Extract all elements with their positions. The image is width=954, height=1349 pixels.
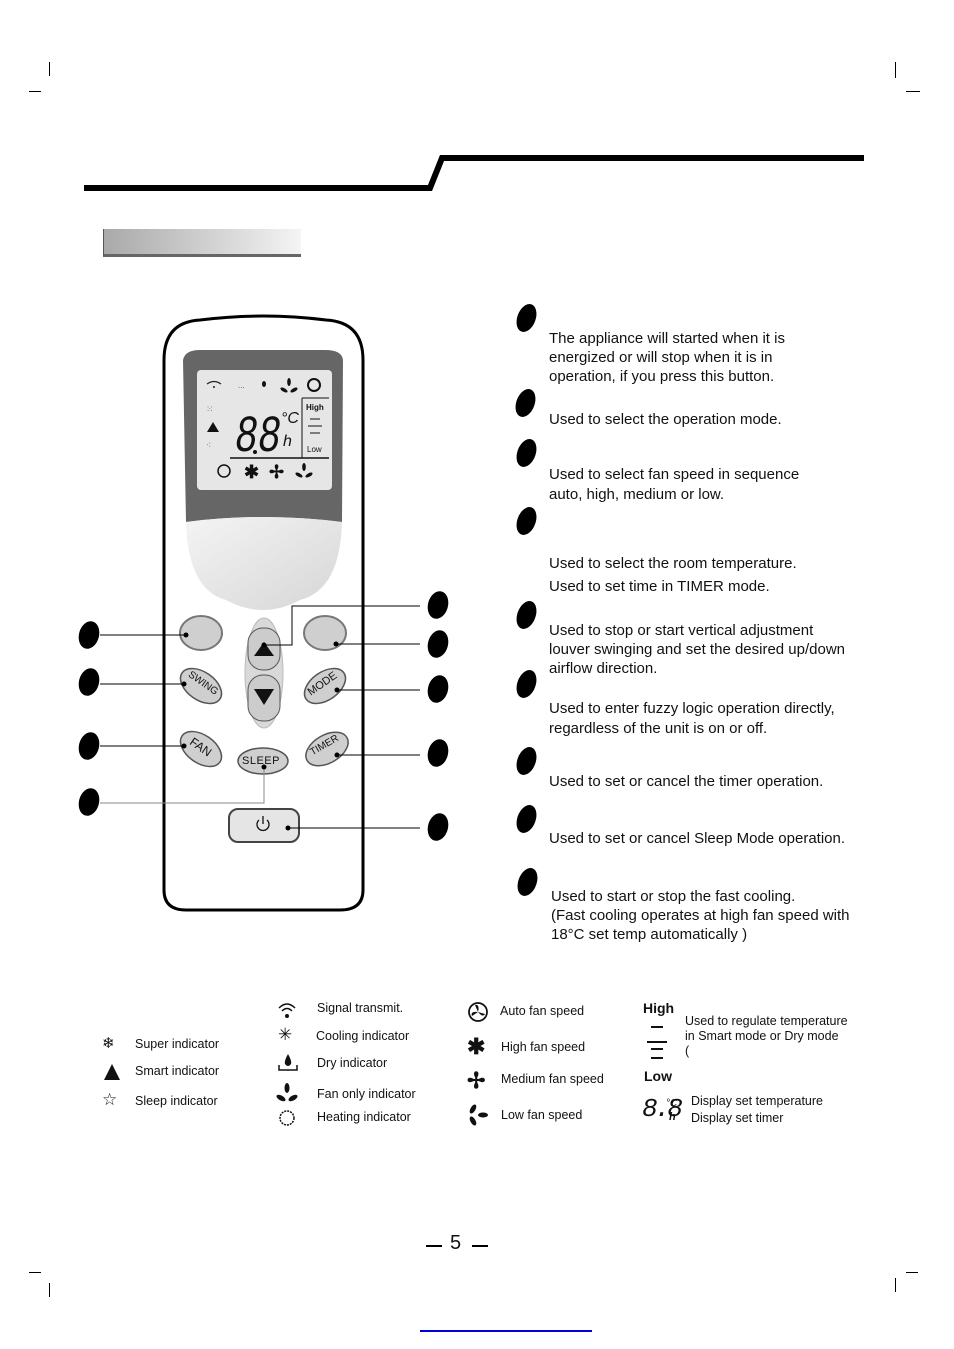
desc-bullet: [513, 389, 538, 417]
legend-signal: Signal transmit.: [317, 1001, 404, 1015]
high-fan-icon: ✱: [467, 1034, 486, 1059]
callout-marker: [78, 668, 100, 696]
desc-bullet: [514, 439, 539, 467]
dry-drop-icon: [278, 1054, 298, 1071]
desc-smart: Used to enter fuzzy logic operation dire…: [549, 700, 835, 737]
callout-marker: [427, 739, 449, 767]
desc-bullet: [514, 670, 539, 698]
legend-dry: Dry indicator: [317, 1056, 388, 1070]
callout-marker: [427, 630, 449, 658]
legend-super: Super indicator: [135, 1037, 220, 1051]
crop-mark: [49, 62, 50, 76]
crop-mark: [29, 1272, 41, 1273]
crop-mark: [29, 91, 41, 92]
star-sleep-icon: ☆: [102, 1090, 118, 1109]
callout-marker: [78, 732, 100, 760]
page-number-dash: [472, 1245, 488, 1247]
svg-text:Low: Low: [307, 445, 322, 454]
callout-marker: [427, 675, 449, 703]
legend-level-high: High: [643, 1000, 675, 1016]
desc-mode: Used to select the operation mode.: [549, 411, 782, 428]
svg-text:⁙: ⁙: [206, 404, 214, 414]
callout-marker: [427, 591, 449, 619]
svg-text:...: ...: [238, 381, 245, 390]
signal-icon: [278, 1003, 296, 1018]
desc-temp: Used to select the room temperature. Use…: [549, 555, 797, 595]
heating-icon: [279, 1110, 295, 1126]
svg-text:✱: ✱: [244, 462, 259, 482]
level-bars-icon: [647, 1026, 667, 1059]
legend-unit-h: h: [669, 1111, 676, 1123]
desc-bullet: [514, 304, 539, 332]
desc-swing: Used to stop or start vertical adjustmen…: [549, 622, 846, 677]
legend-unit-c: °C: [666, 1098, 678, 1109]
callout-marker: [78, 788, 100, 816]
section-title-bar: [103, 229, 301, 257]
remote-control-diagram: ... ⁙ ⁖ 88 °C h High Low ✱ ✢: [78, 314, 449, 912]
lcd-unit-h: h: [283, 433, 292, 450]
desc-power: The appliance will started when it is en…: [549, 330, 785, 385]
svg-text:High: High: [306, 403, 324, 412]
snowflake-super-icon: ❄: [102, 1035, 115, 1052]
legend-heating: Heating indicator: [317, 1110, 411, 1124]
desc-bullet: [514, 805, 539, 833]
legend-smart: Smart indicator: [135, 1064, 220, 1078]
desc-bullet: [514, 601, 539, 629]
legend-medium-fan: Medium fan speed: [501, 1072, 604, 1086]
sleep-button-label[interactable]: SLEEP: [242, 755, 280, 767]
legend-display-temp: Display set temperature: [691, 1094, 824, 1108]
desc-timer: Used to set or cancel the timer operatio…: [549, 773, 824, 790]
fan-only-icon: [276, 1083, 298, 1102]
page-number: 5: [450, 1232, 462, 1254]
crop-mark: [895, 62, 896, 78]
footer-link-underline[interactable]: [420, 1330, 592, 1332]
svg-text:⁖: ⁖: [206, 440, 211, 450]
callout-marker: [427, 813, 449, 841]
smart-triangle-icon: [104, 1064, 120, 1080]
low-fan-icon: [469, 1104, 488, 1126]
legend-sleep: Sleep indicator: [135, 1094, 218, 1108]
desc-super: Used to start or stop the fast cooling. …: [551, 888, 850, 943]
legend-high-fan: High fan speed: [501, 1040, 586, 1054]
crop-mark: [49, 1283, 50, 1297]
desc-bullet: [514, 747, 539, 775]
crop-mark: [906, 91, 920, 92]
lcd-unit-c: °C: [281, 410, 299, 427]
callout-marker: [78, 621, 100, 649]
legend-cooling: Cooling indicator: [316, 1029, 410, 1043]
medium-fan-icon: ✢: [467, 1068, 486, 1093]
power-button: [228, 808, 300, 843]
smart-button: [303, 615, 347, 651]
legend-low-fan: Low fan speed: [501, 1108, 583, 1122]
legend-level-desc: Used to regulate temperature in Smart mo…: [685, 1014, 848, 1058]
crop-mark: [895, 1278, 896, 1292]
desc-bullet: [514, 507, 539, 535]
page-number-dash: [426, 1245, 442, 1247]
crop-mark: [906, 1272, 918, 1273]
desc-sleep: Used to set or cancel Sleep Mode operati…: [549, 830, 846, 847]
header-rule: [84, 155, 864, 191]
svg-text:✢: ✢: [269, 462, 284, 482]
legend-display-timer: Display set timer: [691, 1111, 784, 1125]
auto-fan-icon: [468, 1002, 488, 1022]
desc-bullet: [515, 868, 540, 896]
cooling-icon: ✳: [278, 1025, 293, 1044]
desc-fan: Used to select fan speed in sequence aut…: [549, 466, 800, 503]
legend-auto-fan: Auto fan speed: [500, 1004, 585, 1018]
legend-level-low: Low: [644, 1068, 672, 1084]
dry-drop-icon: [262, 381, 266, 387]
legend-fan-only: Fan only indicator: [317, 1087, 416, 1101]
